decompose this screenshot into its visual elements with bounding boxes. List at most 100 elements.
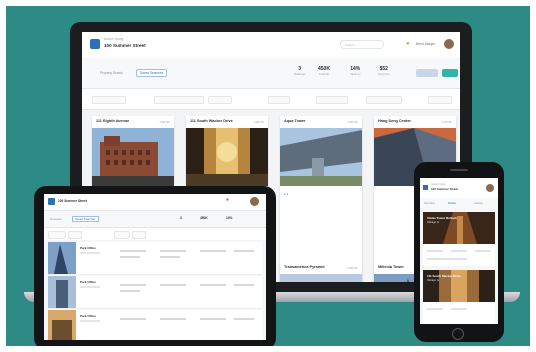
row-cell	[160, 318, 186, 320]
app-header: Avison Young 100 Summer Street Search ● …	[82, 32, 460, 59]
property-card[interactable]: Transamerica Pyramid 0.5M SF	[280, 262, 362, 282]
filter-pill[interactable]	[366, 96, 402, 104]
building-thumbnail	[48, 276, 76, 308]
smartphone: Avison Young 100 Summer Street Overview …	[414, 162, 504, 342]
row-cell	[200, 250, 226, 252]
app-logo-icon	[48, 198, 55, 205]
card-meta: 1.8M SF	[159, 120, 170, 124]
filter-pill[interactable]	[268, 96, 290, 104]
row-title: Park Office	[80, 246, 96, 250]
filter-pill[interactable]	[154, 96, 204, 104]
stat-avg-rent: $52 Avg Rent	[378, 66, 389, 76]
row-cell	[200, 318, 226, 320]
filter-bar	[44, 228, 266, 240]
home-button[interactable]	[452, 328, 464, 340]
row-title: Park Office	[80, 280, 96, 284]
filter-pill[interactable]	[92, 96, 126, 104]
row-cell	[234, 250, 254, 252]
phone-speaker	[450, 169, 468, 171]
property-card[interactable]: Aqua Tower 1.9M SF ● ●	[280, 116, 362, 282]
stat-label: Vacancy	[350, 72, 361, 76]
card-title: Aqua Tower	[284, 119, 306, 123]
stat-value: 14%	[226, 216, 233, 220]
building-photo	[280, 128, 362, 186]
tab-saved-searches[interactable]: Saved Searches	[136, 69, 168, 77]
app-logo-icon	[90, 39, 100, 49]
row-detail	[80, 252, 100, 254]
app-subtitle: Avison Young	[431, 183, 446, 186]
page-title: 100 Summer Street	[104, 43, 146, 48]
page-title: 100 Summer Street	[58, 199, 87, 203]
row-detail	[80, 320, 100, 322]
row-cell	[120, 284, 146, 286]
row-cell	[120, 290, 140, 292]
avatar[interactable]	[486, 184, 494, 192]
table-row[interactable]: Park Office	[48, 276, 262, 309]
stat-value: 3	[180, 216, 182, 220]
card-detail	[451, 308, 467, 310]
stat-vacancy: 14% Vacancy	[350, 66, 361, 76]
building-photo	[186, 128, 268, 186]
card-stats: ● ●	[284, 192, 289, 196]
row-cell	[160, 256, 180, 258]
app-subtitle: Avison Young	[104, 37, 124, 41]
card-meta: Chicago, IL	[427, 221, 440, 224]
avatar[interactable]	[444, 39, 454, 49]
stat-label: Avg Rent	[378, 72, 390, 76]
tab-saved-searches[interactable]: Saved Searches	[72, 216, 99, 222]
filter-bar	[82, 89, 460, 110]
app-logo-icon	[423, 185, 428, 190]
secondary-button[interactable]	[416, 69, 438, 77]
building-photo	[280, 274, 362, 282]
row-title: Park Office	[80, 314, 96, 318]
card-meta: 2.1M SF	[441, 120, 452, 124]
card-title: 111 South Wacker Drive	[427, 274, 461, 278]
filter-pill[interactable]	[114, 231, 130, 239]
property-card[interactable]: Vistas Tower Bullock Chicago, IL	[423, 212, 495, 266]
card-title: Transamerica Pyramid	[284, 265, 325, 269]
filter-pill[interactable]	[48, 231, 66, 239]
stat-label: Buildings	[294, 72, 306, 76]
tablet: 100 Summer Street ● Overview Saved Searc…	[34, 186, 276, 346]
device-showcase-scene: Avison Young 100 Summer Street Search ● …	[6, 6, 530, 346]
stat-buildings: 3 Buildings	[294, 66, 305, 76]
row-cell	[160, 250, 186, 252]
tab-property-search[interactable]: Property Search	[100, 71, 123, 75]
building-thumbnail	[48, 242, 76, 274]
card-title: 111 Eighth Avenue	[96, 119, 130, 123]
table-row[interactable]: Park Office	[48, 242, 262, 275]
filter-pill[interactable]	[316, 96, 348, 104]
tab-overview[interactable]: Overview	[50, 217, 62, 221]
filter-pill[interactable]	[208, 96, 232, 104]
page-title: 100 Summer Street	[431, 187, 459, 191]
app-header: Avison Young 100 Summer Street	[420, 178, 498, 198]
summary-bar: Property Search Saved Searches 3 Buildin…	[82, 58, 460, 89]
card-title: Vistas Tower Bullock	[427, 216, 457, 220]
tab-overview[interactable]: Overview	[424, 202, 435, 205]
building-thumbnail	[48, 310, 76, 340]
tablet-screen: 100 Summer Street ● Overview Saved Searc…	[44, 194, 266, 340]
filter-pill[interactable]	[132, 231, 146, 239]
summary-bar: Overview Saved Searches 3 450K 14%	[44, 211, 266, 228]
tab-details[interactable]: Details	[448, 202, 456, 205]
search-input[interactable]: Search	[340, 40, 384, 49]
bell-icon[interactable]: ●	[406, 41, 410, 47]
row-detail	[80, 286, 100, 288]
bell-icon[interactable]: ●	[226, 197, 229, 203]
user-name[interactable]: Brent Sawyer	[416, 42, 435, 46]
card-meta: Chicago, IL	[427, 279, 440, 282]
filter-pill[interactable]	[428, 96, 452, 104]
stat-label: Total SF	[318, 72, 330, 76]
row-cell	[120, 318, 146, 320]
avatar[interactable]	[250, 197, 259, 206]
card-detail	[451, 250, 467, 252]
row-cell	[234, 284, 254, 286]
card-meta: 1.0M SF	[253, 120, 264, 124]
row-cell	[120, 256, 140, 258]
filter-pill[interactable]	[68, 231, 82, 239]
table-row[interactable]: Park Office	[48, 310, 262, 340]
property-card[interactable]: 111 South Wacker Drive Chicago, IL	[423, 270, 495, 324]
card-meta: 0.5M SF	[347, 266, 358, 270]
primary-button[interactable]	[442, 69, 458, 77]
tab-listings[interactable]: Listings	[474, 202, 483, 205]
